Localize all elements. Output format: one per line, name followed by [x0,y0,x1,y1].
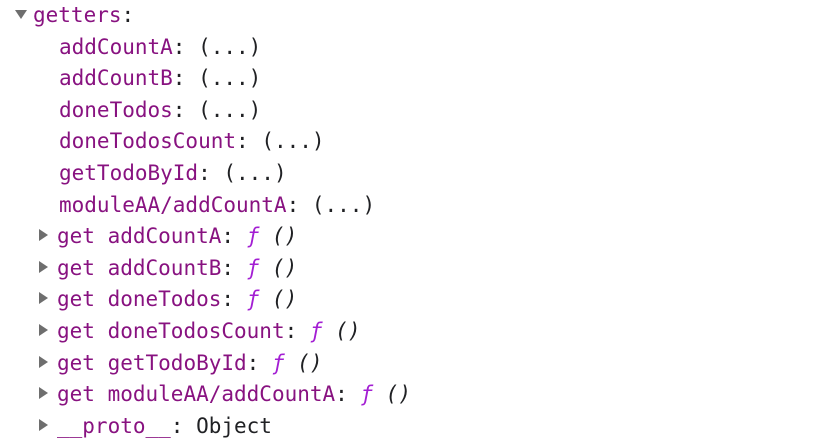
property-key: doneTodos [107,287,222,312]
function-icon: ƒ [360,382,374,407]
function-parens: () [272,224,298,249]
function-parens: () [272,255,298,280]
tree-node-getters[interactable]: getters: [0,0,814,32]
property-key: getters [33,3,122,27]
property-row[interactable]: doneTodos: (...) [0,95,814,127]
triangle-right-icon[interactable] [39,323,48,336]
function-icon: ƒ [246,224,260,249]
function-parens: () [272,287,298,312]
function-icon: ƒ [309,318,323,343]
property-row[interactable]: doneTodosCount: (...) [0,126,814,158]
property-row[interactable]: getTodoById: (...) [0,158,814,190]
getter-prefix: get [57,382,95,407]
getter-prefix: get [57,255,95,280]
triangle-right-icon[interactable] [39,229,48,242]
property-key: __proto__ [57,413,171,438]
lazy-value[interactable]: (...) [198,66,261,90]
lazy-value[interactable]: (...) [312,193,375,217]
property-row[interactable]: addCountB: (...) [0,63,814,95]
getter-row[interactable]: get addCountA: ƒ () [0,221,814,253]
lazy-value[interactable]: (...) [198,98,261,122]
property-key: getTodoById [59,160,199,185]
property-key: addCountB [107,255,222,280]
property-key: addCountA [107,224,222,249]
function-parens: () [335,318,361,343]
lazy-value[interactable]: (...) [223,161,286,185]
proto-value: Object [196,413,272,438]
triangle-right-icon[interactable] [39,260,48,273]
lazy-value[interactable]: (...) [261,129,324,153]
property-key: addCountB [59,66,173,91]
property-key: addCountA [59,34,173,59]
getter-row[interactable]: get moduleAA/addCountA: ƒ () [0,379,814,411]
getter-row[interactable]: get addCountB: ƒ () [0,253,814,285]
object-tree: getters: addCountA: (...) addCountB: (..… [0,0,814,442]
getter-prefix: get [57,350,95,375]
getter-prefix: get [57,318,95,343]
getter-prefix: get [57,287,95,312]
colon: : [121,3,135,27]
function-icon: ƒ [246,255,260,280]
property-key: doneTodosCount [59,129,237,154]
getter-row[interactable]: get doneTodosCount: ƒ () [0,316,814,348]
triangle-right-icon[interactable] [39,355,48,368]
property-key: doneTodosCount [107,318,285,343]
function-parens: () [385,382,412,407]
property-row[interactable]: addCountA: (...) [0,32,814,64]
lazy-value[interactable]: (...) [198,35,261,59]
property-key: moduleAA/addCountA [59,192,287,217]
triangle-right-icon[interactable] [39,418,48,431]
getter-prefix: get [57,224,95,249]
property-key: getTodoById [107,350,247,375]
triangle-right-icon[interactable] [39,292,48,305]
triangle-down-icon[interactable] [15,9,27,19]
function-parens: () [297,350,323,375]
triangle-right-icon[interactable] [39,387,48,400]
proto-row[interactable]: __proto__: Object [0,411,814,443]
function-icon: ƒ [271,350,285,375]
getter-row[interactable]: get getTodoById: ƒ () [0,348,814,380]
property-key: doneTodos [59,97,173,122]
property-row[interactable]: moduleAA/addCountA: (...) [0,190,814,222]
function-icon: ƒ [246,287,260,312]
property-key: moduleAA/addCountA [107,382,336,407]
getter-row[interactable]: get doneTodos: ƒ () [0,284,814,316]
